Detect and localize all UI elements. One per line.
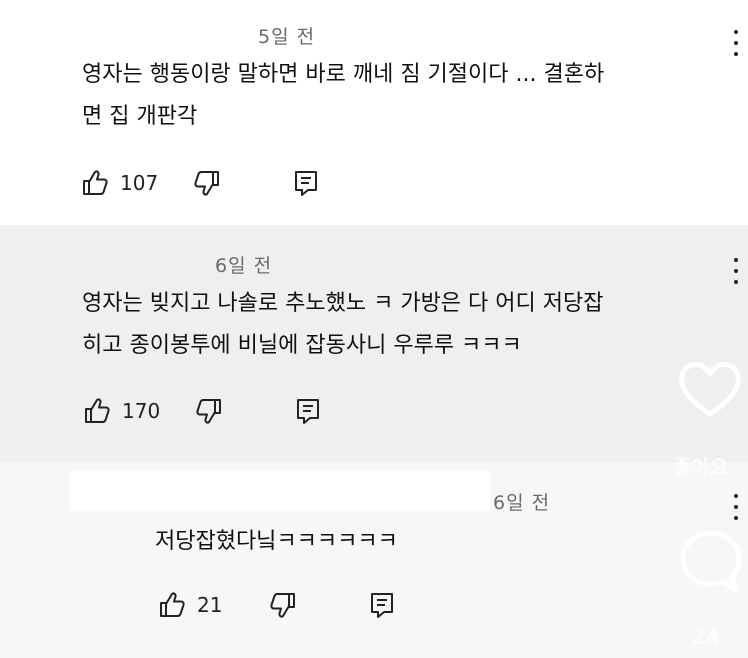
comment-time: 5일 전 bbox=[258, 26, 316, 48]
thumb-up-icon[interactable] bbox=[82, 396, 112, 426]
reply-actions: 21 bbox=[157, 590, 396, 620]
thumb-down-icon[interactable] bbox=[268, 590, 298, 620]
reply-icon[interactable] bbox=[368, 590, 396, 620]
reply-text: 저당잡혔다닠ㅋㅋㅋㅋㅋㅋ bbox=[155, 529, 398, 554]
reply-time: 6일 전 bbox=[493, 492, 551, 514]
more-vert-icon[interactable] bbox=[733, 258, 739, 286]
comment-actions: 170 bbox=[82, 396, 322, 426]
like-label: 좋아요 bbox=[673, 455, 729, 479]
reply-header-bg bbox=[70, 470, 490, 510]
comment-text-line-1: 영자는 행동이랑 말하면 바로 깨네 짐 기절이다 ... 결혼하 bbox=[82, 62, 605, 87]
like-count: 21 bbox=[197, 593, 223, 617]
like-count: 170 bbox=[122, 399, 161, 423]
comment-text-line-2: 히고 종이봉투에 비닐에 잡동사니 우루루 ㅋㅋㅋ bbox=[82, 333, 522, 358]
thumb-up-icon[interactable] bbox=[157, 590, 187, 620]
like-count: 107 bbox=[120, 171, 159, 195]
more-vert-icon[interactable] bbox=[733, 30, 739, 58]
comment-count: 24 bbox=[692, 625, 720, 649]
comment-text-line-2: 면 집 개판각 bbox=[82, 104, 198, 129]
reply-icon[interactable] bbox=[294, 396, 322, 426]
heart-icon[interactable] bbox=[676, 358, 744, 424]
comment-text-line-1: 영자는 빚지고 나솔로 추노했노 ㅋ 가방은 다 어디 저당잡 bbox=[82, 291, 604, 316]
reply-icon[interactable] bbox=[292, 168, 320, 198]
comment-bubble-icon[interactable] bbox=[677, 527, 745, 599]
thumb-down-icon[interactable] bbox=[194, 396, 224, 426]
thumb-down-icon[interactable] bbox=[192, 168, 222, 198]
comment-actions: 107 bbox=[80, 168, 320, 198]
more-vert-icon[interactable] bbox=[733, 494, 739, 522]
comment-time: 6일 전 bbox=[215, 255, 273, 277]
thumb-up-icon[interactable] bbox=[80, 168, 110, 198]
